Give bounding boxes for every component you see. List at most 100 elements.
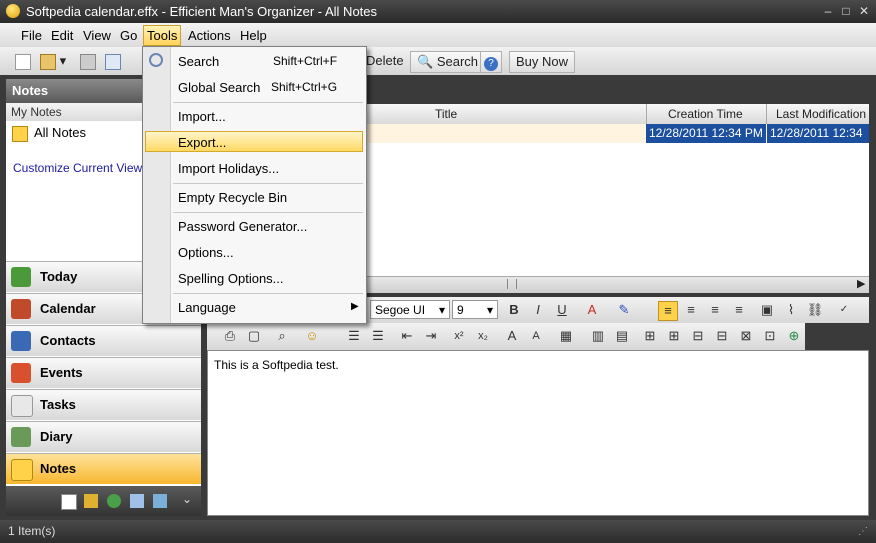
customize-view-link[interactable]: Customize Current View... (13, 161, 152, 175)
help-icon[interactable]: ? (480, 51, 502, 73)
nav-contacts[interactable]: Contacts (6, 325, 201, 356)
open-icon[interactable]: ▾ (40, 51, 66, 71)
menu-item-import-holidays[interactable]: Import Holidays... (178, 161, 279, 176)
indent-icon[interactable]: ⇥ (422, 327, 440, 345)
scroll-thumb[interactable] (507, 279, 517, 289)
shrink-font-icon[interactable]: A (527, 327, 545, 345)
resize-grip-icon[interactable]: ⋰ (858, 526, 868, 537)
menu-item-import[interactable]: Import... (178, 109, 226, 124)
delete-column-icon[interactable]: ⊟ (713, 327, 731, 345)
menu-tools[interactable]: Tools (143, 25, 182, 46)
nav-tasks[interactable]: Tasks (6, 389, 201, 420)
column-divider (766, 104, 767, 124)
highlight-icon[interactable]: ✎ (615, 301, 633, 319)
maximize-button[interactable]: □ (838, 5, 854, 18)
home-icon (11, 267, 31, 287)
find-icon[interactable]: ⌕ (273, 327, 291, 345)
menu-separator (173, 183, 363, 184)
menu-go[interactable]: Go (120, 28, 137, 43)
font-size-value: 9 (457, 303, 464, 317)
preview-icon[interactable] (105, 51, 121, 71)
superscript-icon[interactable]: x² (450, 327, 468, 345)
note-editor[interactable]: This is a Softpedia test. (207, 350, 869, 516)
numbering-icon[interactable]: ☰ (369, 327, 387, 345)
scroll-right-icon[interactable]: ▶ (857, 277, 865, 290)
menu-edit[interactable]: Edit (51, 28, 73, 43)
emoticon-icon[interactable]: ☺ (303, 327, 321, 345)
table-edit-icon[interactable]: ▥ (589, 327, 607, 345)
menu-item-search[interactable]: Search (178, 54, 219, 69)
column-last-modification[interactable]: Last Modification (776, 107, 866, 121)
hyperlink-icon[interactable]: ⊕ (785, 327, 803, 345)
print-icon[interactable]: ⎙ (221, 327, 239, 345)
nav-shortcut-bar: ⌄ (6, 486, 201, 516)
font-select[interactable]: Segoe UI ▾ (370, 300, 450, 319)
chevron-down-icon: ▾ (438, 303, 445, 317)
minimize-button[interactable]: ‒ (820, 5, 836, 18)
menu-item-global-search[interactable]: Global Search (178, 80, 260, 95)
menu-item-export[interactable]: Export... (178, 135, 226, 150)
editor-text[interactable]: This is a Softpedia test. (214, 358, 339, 372)
menu-item-options[interactable]: Options... (178, 245, 234, 260)
justify-icon[interactable]: ≡ (730, 301, 748, 319)
italic-icon[interactable]: I (529, 301, 547, 319)
nav-events[interactable]: Events (6, 357, 201, 388)
font-size-select[interactable]: 9 ▾ (452, 300, 498, 319)
font-color-icon[interactable]: A (583, 301, 601, 319)
split-cell-icon[interactable]: ⊠ (737, 327, 755, 345)
menu-item-spelling-options[interactable]: Spelling Options... (178, 271, 284, 286)
bullets-icon[interactable]: ☰ (345, 327, 363, 345)
buy-now-button[interactable]: Buy Now (509, 51, 576, 73)
status-text: 1 Item(s) (8, 524, 56, 538)
menu-view[interactable]: View (83, 28, 111, 43)
insert-column-icon[interactable]: ⊞ (665, 327, 683, 345)
chevron-down-icon[interactable]: ⌄ (182, 492, 192, 506)
new-note-icon[interactable] (15, 51, 31, 71)
menu-file[interactable]: File (21, 28, 42, 43)
key-icon[interactable] (84, 494, 98, 508)
preview-icon[interactable]: ▢ (245, 327, 263, 345)
column-divider (646, 104, 647, 124)
menu-actions[interactable]: Actions (188, 28, 231, 43)
align-left-icon[interactable]: ≡ (658, 301, 678, 321)
align-right-icon[interactable]: ≡ (706, 301, 724, 319)
column-creation-time[interactable]: Creation Time (668, 107, 743, 121)
link-icon[interactable]: ⛓ (806, 301, 824, 319)
search-button[interactable]: 🔍 Search (410, 51, 486, 73)
attachment-icon[interactable]: ⌇ (782, 301, 800, 319)
menu-item-empty-recycle-bin[interactable]: Empty Recycle Bin (178, 190, 287, 205)
subscript-icon[interactable]: x₂ (474, 327, 492, 345)
image-icon[interactable]: ▣ (758, 301, 776, 319)
menu-separator (173, 293, 363, 294)
menu-item-password-generator[interactable]: Password Generator... (178, 219, 307, 234)
menu-help[interactable]: Help (240, 28, 267, 43)
nav-diary[interactable]: Diary (6, 421, 201, 452)
globe-icon[interactable] (107, 494, 121, 508)
bold-icon[interactable]: B (505, 301, 523, 319)
menu-item-language[interactable]: Language (178, 300, 236, 315)
grow-font-icon[interactable]: A (503, 327, 521, 345)
spellcheck-icon[interactable]: ✓ (835, 301, 853, 319)
nav-notes[interactable]: Notes (6, 453, 201, 484)
delete-row-icon[interactable]: ⊟ (689, 327, 707, 345)
outdent-icon[interactable]: ⇤ (398, 327, 416, 345)
window-title: Softpedia calendar.effx - Efficient Man'… (26, 4, 378, 19)
table-icon[interactable]: ▦ (557, 327, 575, 345)
delete-button[interactable]: Delete (366, 51, 404, 71)
align-center-icon[interactable]: ≡ (682, 301, 700, 319)
column-title[interactable]: Title (435, 107, 457, 121)
shortcut-global-search: Shift+Ctrl+G (271, 80, 338, 94)
app-icon[interactable] (6, 4, 20, 18)
tree-item-all-notes[interactable]: All Notes (12, 125, 86, 142)
find-icon[interactable] (130, 494, 144, 508)
table-merge-icon[interactable]: ▤ (613, 327, 631, 345)
insert-row-icon[interactable]: ⊞ (641, 327, 659, 345)
calendar-small-icon[interactable] (61, 494, 77, 510)
recycle-bin-icon[interactable] (153, 494, 167, 508)
cell-creation-time: 12/28/2011 12:34 PM (646, 124, 766, 143)
cell-props-icon[interactable]: ⊡ (761, 327, 779, 345)
menu-icon-strip (143, 47, 171, 323)
underline-icon[interactable]: U (553, 301, 571, 319)
close-button[interactable]: ✕ (856, 5, 872, 18)
print-icon[interactable] (80, 51, 96, 71)
